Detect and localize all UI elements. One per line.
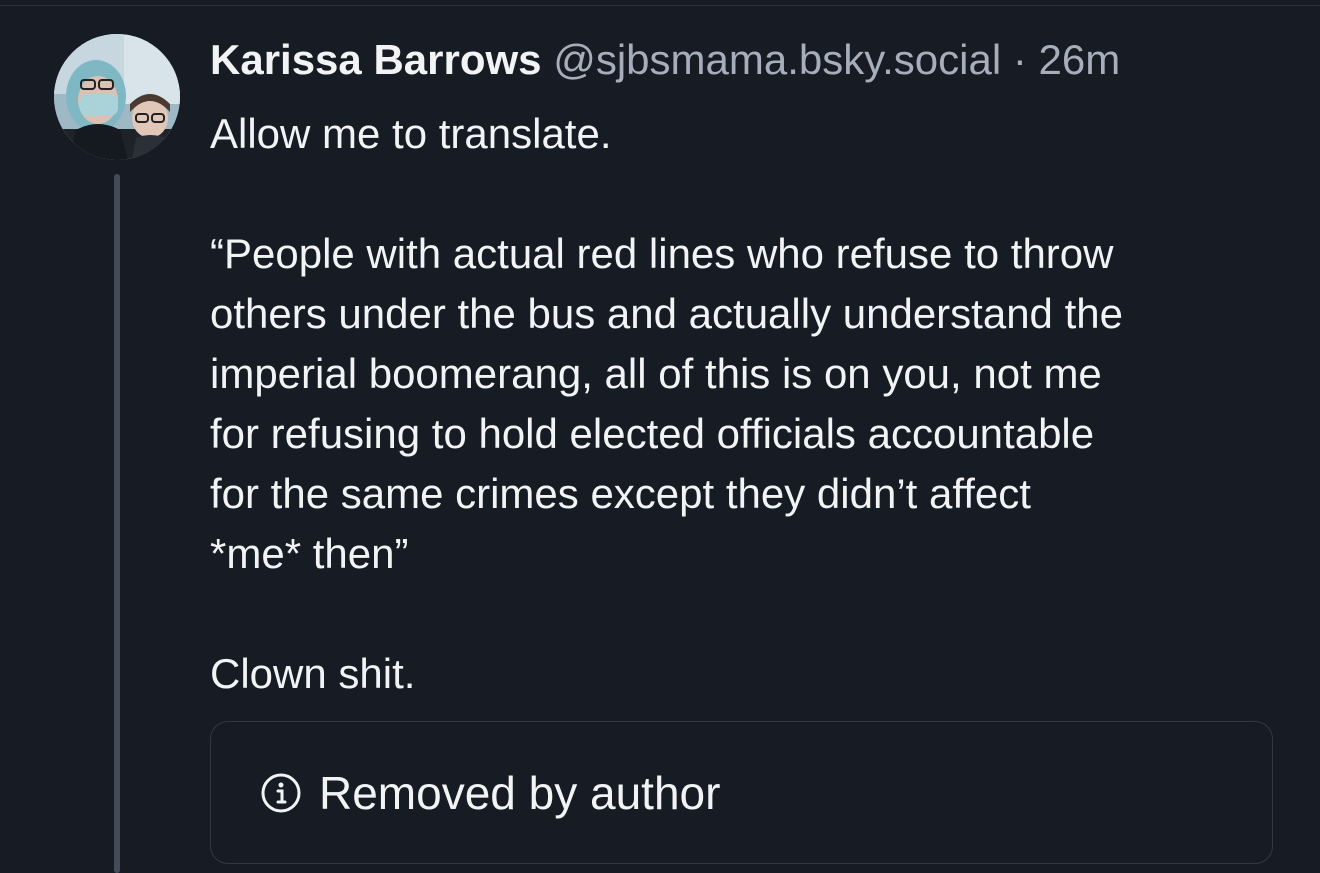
post[interactable]: Karissa Barrows @sjbsmama.bsky.social · … (210, 34, 1290, 704)
post-header: Karissa Barrows @sjbsmama.bsky.social · … (210, 34, 1290, 86)
removed-status-text: Removed by author (319, 766, 721, 819)
header-separator: · (1012, 36, 1027, 83)
post-timestamp[interactable]: 26m (1039, 36, 1121, 83)
info-circle-icon (259, 771, 303, 815)
post-thread-view: Karissa Barrows @sjbsmama.bsky.social · … (0, 0, 1320, 873)
thread-line (114, 174, 120, 873)
quoted-post-removed-card: Removed by author (210, 721, 1273, 864)
author-handle[interactable]: @sjbsmama.bsky.social (553, 36, 1001, 83)
avatar-photo (54, 34, 180, 160)
author-name[interactable]: Karissa Barrows (210, 36, 542, 83)
post-body-text: Allow me to translate. “People with actu… (210, 110, 1123, 697)
divider (0, 5, 1320, 6)
avatar[interactable] (54, 34, 180, 160)
